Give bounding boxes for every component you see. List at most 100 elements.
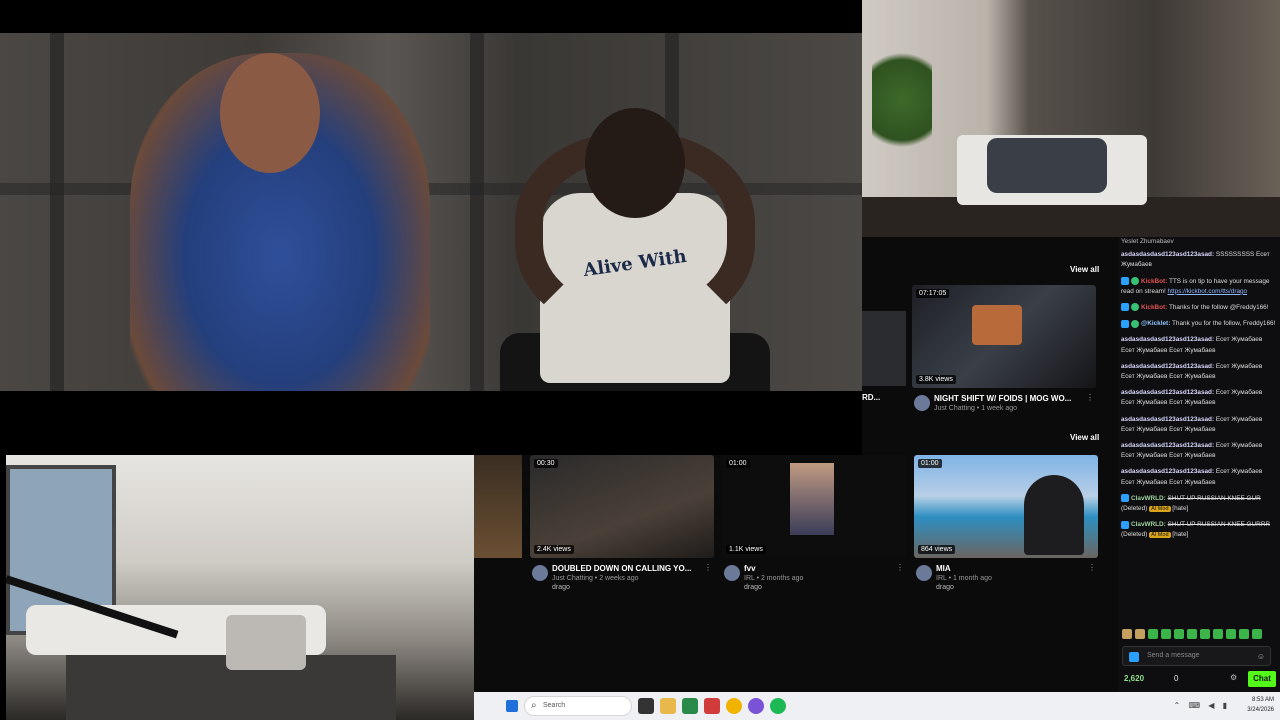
mod-tag: AI Mod — [1149, 506, 1171, 513]
chat-text: SHUT UP RUSSIAN KNEE GURRR — [1167, 521, 1270, 529]
app-icon[interactable] — [682, 698, 698, 714]
badge-icon — [1121, 520, 1129, 529]
view-all-link[interactable]: View all — [1070, 265, 1099, 274]
video-card[interactable]: 07:17:05 3.8K views NIGHT SHIFT W/ FOIDS… — [912, 285, 1096, 433]
wall-seam — [50, 33, 64, 391]
clock-time: 8:53 AM — [1251, 697, 1274, 703]
chat-username[interactable]: Yeslet Zhumabaev — [1121, 237, 1276, 247]
seated-figure: Alive With — [500, 93, 770, 391]
video-title[interactable]: NIGHT SHIFT W/ FOIDS | MOG WO... — [934, 394, 1082, 403]
file-explorer-icon[interactable] — [660, 698, 676, 714]
channel-points[interactable]: 2,620 — [1124, 674, 1144, 683]
chat-username[interactable]: @Kicklet: — [1141, 320, 1170, 327]
chat-input-placeholder: Send a message — [1147, 652, 1200, 659]
taskbar-search[interactable]: ⌕ Search — [524, 696, 632, 716]
partial-title[interactable]: RD... — [862, 393, 880, 402]
chat-username[interactable]: asdasdasdasd123asd123asad: — [1121, 363, 1214, 370]
video-card[interactable]: 01:00 1.1K views fvv IRL • 2 months ago … — [722, 455, 906, 603]
chat-username[interactable]: asdasdasdasd123asd123asad: — [1121, 389, 1214, 396]
video-card[interactable]: 00:30 2.4K views DOUBLED DOWN ON CALLING… — [530, 455, 714, 603]
chat-username[interactable]: asdasdasdasd123asd123asad: — [1121, 336, 1214, 343]
windows-start-icon[interactable] — [506, 700, 518, 712]
emote-icon[interactable] — [1252, 629, 1262, 639]
video-thumbnail[interactable]: 00:30 2.4K views — [530, 455, 714, 558]
task-view-icon[interactable] — [638, 698, 654, 714]
deleted-label: (Deleted) — [1121, 505, 1148, 513]
emote-icon[interactable] — [1239, 629, 1249, 639]
chat-button[interactable]: Chat — [1248, 671, 1276, 687]
duration-badge: 01:00 — [726, 459, 750, 468]
emote-icon[interactable] — [1161, 629, 1171, 639]
view-all-link[interactable]: View all — [1070, 433, 1099, 442]
channel-avatar[interactable] — [724, 565, 740, 581]
chat-input[interactable]: Send a message ☺ — [1122, 646, 1271, 666]
video-title[interactable]: fvv — [744, 564, 892, 573]
reason-label: [hate] — [1172, 505, 1189, 513]
verified-icon — [1131, 319, 1139, 328]
wall-seam — [470, 33, 484, 391]
emote-icon[interactable] — [1226, 629, 1236, 639]
chat-username[interactable]: asdasdasdasd123asd123asad: — [1121, 442, 1214, 449]
chrome-icon[interactable] — [726, 698, 742, 714]
more-options-icon[interactable]: ⋮ — [704, 563, 712, 572]
emote-icon[interactable] — [1213, 629, 1223, 639]
living-room-camera-feed — [6, 455, 474, 720]
more-options-icon[interactable]: ⋮ — [896, 563, 904, 572]
partial-thumbnail[interactable] — [862, 311, 906, 386]
chat-username[interactable]: asdasdasdasd123asd123asad: — [1121, 416, 1214, 423]
painted-figure — [130, 53, 430, 391]
app-icon[interactable] — [704, 698, 720, 714]
reason-label: [hate] — [1172, 531, 1189, 539]
thumb-person — [790, 463, 834, 535]
chat-username[interactable]: asdasdasdasd123asd123asad: — [1121, 468, 1214, 475]
system-tray[interactable]: ⌃ ⌨ ◀ ▮ — [1174, 701, 1230, 710]
emote-icon[interactable] — [1174, 629, 1184, 639]
channel-name[interactable]: drago — [744, 584, 762, 591]
emote-icon[interactable] — [1135, 629, 1145, 639]
emote-icon[interactable] — [1148, 629, 1158, 639]
thumb-webcam — [972, 305, 1022, 345]
channel-avatar[interactable] — [914, 395, 930, 411]
app-icon[interactable] — [748, 698, 764, 714]
video-thumbnail[interactable]: 01:00 1.1K views — [722, 455, 906, 558]
video-card[interactable]: 01:00 864 views MIA IRL • 1 month ago dr… — [914, 455, 1098, 603]
emote-icon[interactable] — [1187, 629, 1197, 639]
spotify-icon[interactable] — [770, 698, 786, 714]
more-options-icon[interactable]: ⋮ — [1088, 563, 1096, 572]
chair — [226, 615, 306, 670]
video-title[interactable]: MIA — [936, 564, 1084, 573]
chat-message: asdasdasdasd123asd123asad: Есет Жумабаев… — [1121, 415, 1276, 435]
main-video-player[interactable]: Alive With — [0, 33, 862, 391]
chat-link[interactable]: https://kickbot.com/tts/drago — [1168, 288, 1248, 295]
thumb-person — [1024, 475, 1084, 555]
video-thumbnail[interactable]: 01:00 864 views — [914, 455, 1098, 558]
views-badge: 3.8K views — [916, 375, 956, 384]
chat-message: asdasdasdasd123asd123asad: Есет Жумабаев… — [1121, 388, 1276, 408]
chat-username[interactable]: KickBot: — [1141, 304, 1167, 311]
gear-icon[interactable]: ⚙ — [1230, 673, 1237, 682]
chat-message: asdasdasdasd123asd123asad: Есет Жумабаев… — [1121, 441, 1276, 461]
clock[interactable]: 8:53 AM 3/24/2026 — [1247, 695, 1274, 715]
emote-icon[interactable] — [1200, 629, 1210, 639]
clock-date: 3/24/2026 — [1247, 707, 1274, 713]
partial-thumbnail[interactable] — [474, 455, 522, 558]
video-title[interactable]: DOUBLED DOWN ON CALLING YO... — [552, 564, 700, 573]
chat-panel: Yeslet Zhumabaev asdasdasdasd123asd123as… — [1118, 237, 1280, 692]
deleted-label: (Deleted) — [1121, 531, 1148, 539]
video-category: Just Chatting • 2 weeks ago — [552, 575, 639, 582]
browser-pane: View all RD... 07:17:05 3.8K views NIGHT… — [862, 237, 1118, 455]
emote-icon[interactable] — [1122, 629, 1132, 639]
chat-username[interactable]: ClavWRLD: — [1131, 495, 1166, 502]
chat-message: asdasdasdasd123asd123asad: Есет Жумабаев… — [1121, 335, 1276, 355]
chat-username[interactable]: asdasdasdasd123asd123asad: — [1121, 251, 1214, 258]
channel-name[interactable]: drago — [552, 584, 570, 591]
video-thumbnail[interactable]: 07:17:05 3.8K views — [912, 285, 1096, 388]
more-options-icon[interactable]: ⋮ — [1086, 393, 1094, 402]
channel-avatar[interactable] — [532, 565, 548, 581]
chat-username[interactable]: ClavWRLD: — [1131, 521, 1166, 528]
channel-avatar[interactable] — [916, 565, 932, 581]
chat-username[interactable]: KickBot: — [1141, 278, 1167, 285]
duration-badge: 01:00 — [918, 459, 942, 468]
channel-name[interactable]: drago — [936, 584, 954, 591]
emoji-icon[interactable]: ☺ — [1257, 652, 1265, 661]
